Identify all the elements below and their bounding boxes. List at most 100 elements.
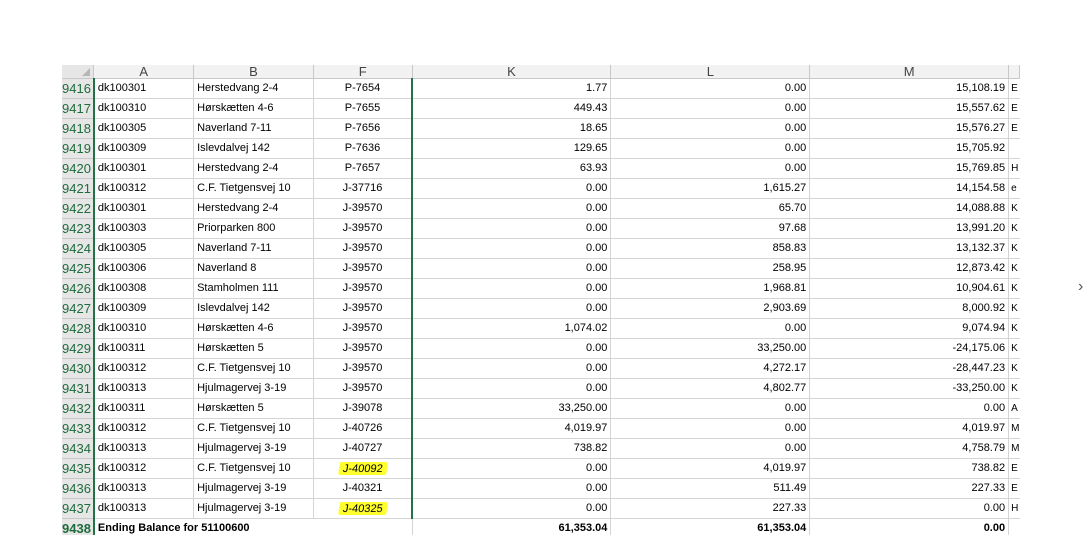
cell-reference[interactable]: J-39570: [313, 238, 414, 259]
cell-debit[interactable]: 4,019.97: [412, 418, 612, 439]
cell-debit[interactable]: 129.65: [412, 138, 612, 159]
cell-address[interactable]: Hjulmagervej 3-19: [193, 378, 314, 399]
cell-note[interactable]: E: [1008, 118, 1020, 139]
cell-credit[interactable]: 0.00: [610, 158, 811, 179]
cell-balance[interactable]: 4,019.97: [809, 418, 1010, 439]
cell-note[interactable]: K: [1008, 198, 1020, 219]
cell-address[interactable]: C.F. Tietgensvej 10: [193, 418, 314, 439]
cell-account[interactable]: dk100311: [93, 398, 195, 419]
cell-balance[interactable]: 4,758.79: [809, 438, 1010, 459]
cell-reference[interactable]: J-39570: [313, 278, 414, 299]
cell-reference[interactable]: J-39570: [313, 198, 414, 219]
spreadsheet-grid[interactable]: A B F K L M 9416 dk100301 Herstedvang 2-4 P…: [62, 65, 1020, 535]
cell-note[interactable]: M: [1008, 418, 1020, 439]
cell-reference[interactable]: J-40092: [313, 458, 414, 479]
cell-balance[interactable]: 15,108.19: [809, 78, 1010, 99]
cell-note[interactable]: e: [1008, 178, 1020, 199]
row-header[interactable]: 9430: [62, 358, 95, 379]
cell-reference[interactable]: J-37716: [313, 178, 414, 199]
cell-note[interactable]: E: [1008, 78, 1020, 99]
cell-address[interactable]: Priorparken 800: [193, 218, 314, 239]
cell-debit[interactable]: 33,250.00: [412, 398, 612, 419]
column-header-n[interactable]: [1008, 65, 1020, 79]
cell-address[interactable]: Hørskætten 4-6: [193, 318, 314, 339]
row-header[interactable]: 9423: [62, 218, 95, 239]
cell-reference[interactable]: J-39570: [313, 258, 414, 279]
cell-account[interactable]: dk100311: [93, 338, 195, 359]
cell-credit[interactable]: 0.00: [610, 98, 811, 119]
row-header[interactable]: 9432: [62, 398, 95, 419]
cell-reference[interactable]: P-7656: [313, 118, 414, 139]
row-header[interactable]: 9424: [62, 238, 95, 259]
row-header[interactable]: 9417: [62, 98, 95, 119]
cell-address[interactable]: Herstedvang 2-4: [193, 158, 314, 179]
cell-reference[interactable]: J-39570: [313, 318, 414, 339]
cell-account[interactable]: dk100312: [93, 418, 195, 439]
row-header[interactable]: 9434: [62, 438, 95, 459]
cell-debit[interactable]: 0.00: [412, 458, 612, 479]
cell-note[interactable]: E: [1008, 458, 1020, 479]
cell-reference[interactable]: J-39570: [313, 358, 414, 379]
cell-note[interactable]: K: [1008, 318, 1020, 339]
column-header-k[interactable]: K: [412, 65, 612, 79]
cell-address[interactable]: Herstedvang 2-4: [193, 198, 314, 219]
ending-balance-label[interactable]: Ending Balance for 51100600: [93, 518, 413, 535]
cell-address[interactable]: Hjulmagervej 3-19: [193, 438, 314, 459]
cell-reference[interactable]: J-40727: [313, 438, 414, 459]
cell-reference[interactable]: P-7655: [313, 98, 414, 119]
cell-reference[interactable]: J-39078: [313, 398, 414, 419]
cell-note[interactable]: M: [1008, 438, 1020, 459]
cell-note[interactable]: A: [1008, 398, 1020, 419]
cell-debit[interactable]: 1.77: [412, 78, 612, 99]
cell-debit[interactable]: 738.82: [412, 438, 612, 459]
ending-credit-total[interactable]: 61,353.04: [610, 518, 811, 535]
cell-balance[interactable]: 10,904.61: [809, 278, 1010, 299]
row-header[interactable]: 9418: [62, 118, 95, 139]
cell-account[interactable]: dk100301: [93, 158, 195, 179]
cell-credit[interactable]: 0.00: [610, 418, 811, 439]
cell-account[interactable]: dk100310: [93, 318, 195, 339]
cell-address[interactable]: Hørskætten 4-6: [193, 98, 314, 119]
cell-debit[interactable]: 0.00: [412, 498, 612, 519]
cell-balance[interactable]: 227.33: [809, 478, 1010, 499]
cell-address[interactable]: Naverland 8: [193, 258, 314, 279]
cell-credit[interactable]: 0.00: [610, 138, 811, 159]
cell-debit[interactable]: 0.00: [412, 258, 612, 279]
cell-credit[interactable]: 4,019.97: [610, 458, 811, 479]
row-header[interactable]: 9438: [62, 518, 95, 535]
cell-note[interactable]: H: [1008, 158, 1020, 179]
cell-balance[interactable]: 0.00: [809, 498, 1010, 519]
cell-credit[interactable]: 97.68: [610, 218, 811, 239]
row-header[interactable]: 9421: [62, 178, 95, 199]
ending-balance-total[interactable]: 0.00: [809, 518, 1010, 535]
cell-balance[interactable]: 14,154.58: [809, 178, 1010, 199]
cell-debit[interactable]: 0.00: [412, 218, 612, 239]
cell-debit[interactable]: 0.00: [412, 358, 612, 379]
cell-account[interactable]: dk100305: [93, 118, 195, 139]
cell-address[interactable]: Herstedvang 2-4: [193, 78, 314, 99]
cell-credit[interactable]: 258.95: [610, 258, 811, 279]
cell-debit[interactable]: 0.00: [412, 178, 612, 199]
cell-balance[interactable]: 15,557.62: [809, 98, 1010, 119]
cell-debit[interactable]: 0.00: [412, 478, 612, 499]
cell-account[interactable]: dk100301: [93, 78, 195, 99]
cell-address[interactable]: Hørskætten 5: [193, 398, 314, 419]
cell-reference[interactable]: J-40726: [313, 418, 414, 439]
cell-reference[interactable]: J-39570: [313, 298, 414, 319]
cell-note[interactable]: K: [1008, 378, 1020, 399]
cell-account[interactable]: dk100309: [93, 138, 195, 159]
cell-account[interactable]: dk100305: [93, 238, 195, 259]
cell-credit[interactable]: 1,968.81: [610, 278, 811, 299]
cell-credit[interactable]: 0.00: [610, 118, 811, 139]
row-header[interactable]: 9429: [62, 338, 95, 359]
cell-note[interactable]: H: [1008, 498, 1020, 519]
cell-account[interactable]: dk100306: [93, 258, 195, 279]
cell-debit[interactable]: 63.93: [412, 158, 612, 179]
cell-address[interactable]: Naverland 7-11: [193, 118, 314, 139]
cell-account[interactable]: dk100313: [93, 478, 195, 499]
column-header-l[interactable]: L: [610, 65, 811, 79]
row-header[interactable]: 9419: [62, 138, 95, 159]
cell-credit[interactable]: 0.00: [610, 438, 811, 459]
cell-credit[interactable]: 0.00: [610, 398, 811, 419]
cell-address[interactable]: C.F. Tietgensvej 10: [193, 178, 314, 199]
